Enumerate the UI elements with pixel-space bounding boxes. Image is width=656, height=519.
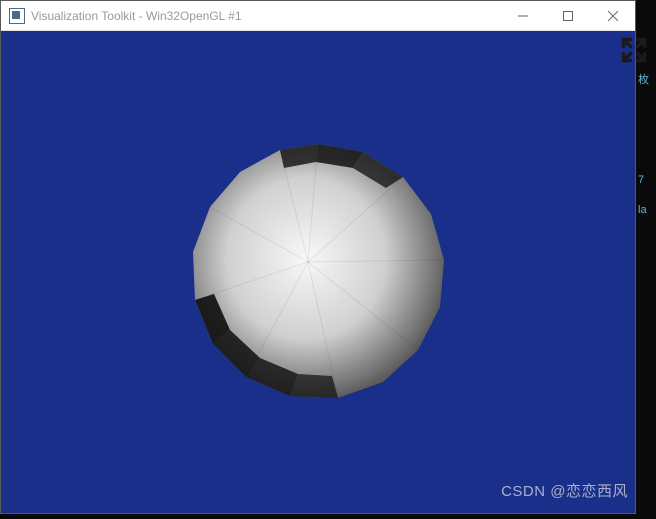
maximize-button[interactable] [545,1,590,31]
minimize-icon [518,11,528,21]
watermark-text: CSDN @恋恋西风 [501,480,628,501]
render-viewport[interactable] [1,31,635,513]
side-panel-fragment: 枚 7 la [638,65,656,225]
app-window: Visualization Toolkit - Win32OpenGL #1 [0,0,636,514]
window-title: Visualization Toolkit - Win32OpenGL #1 [31,9,242,23]
fullscreen-icon[interactable] [620,36,648,64]
maximize-icon [563,11,573,21]
sphere-object [168,122,468,422]
minimize-button[interactable] [500,1,545,31]
app-icon [9,8,25,24]
close-button[interactable] [590,1,635,31]
close-icon [608,11,618,21]
titlebar[interactable]: Visualization Toolkit - Win32OpenGL #1 [1,1,635,31]
